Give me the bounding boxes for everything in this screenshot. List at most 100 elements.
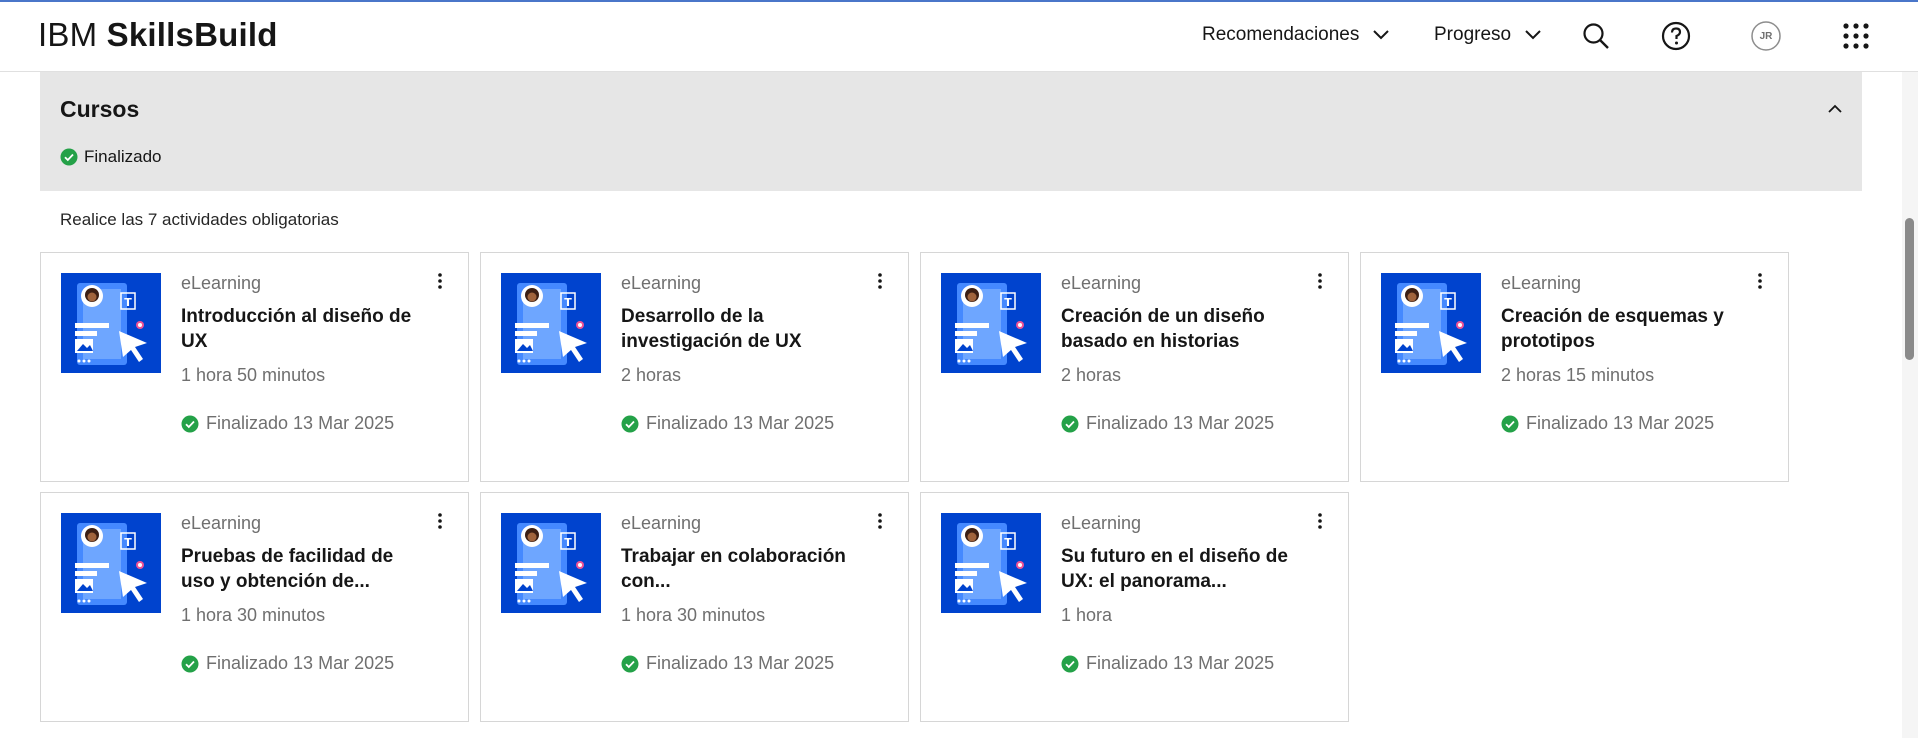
checkmark-filled-icon [621, 415, 639, 432]
search-button[interactable] [1578, 18, 1614, 54]
course-status-label: Finalizado 13 Mar 2025 [1086, 413, 1275, 433]
course-status-label: Finalizado 13 Mar 2025 [646, 413, 835, 433]
checkmark-filled-icon [181, 415, 199, 432]
course-duration: 2 horas [1061, 365, 1122, 385]
course-thumbnail: T [61, 273, 161, 373]
course-type: eLearning [1061, 273, 1142, 293]
course-status-label: Finalizado 13 Mar 2025 [1526, 413, 1715, 433]
course-card[interactable]: T eLearning Pruebas de facilidad de uso … [40, 492, 469, 722]
checkmark-filled-icon [60, 148, 78, 166]
brand-logo[interactable]: IBM SkillsBuild [38, 16, 278, 54]
overflow-menu-button[interactable] [1750, 269, 1770, 293]
overflow-menu-button[interactable] [870, 269, 890, 293]
course-status-label: Finalizado 13 Mar 2025 [1086, 653, 1275, 673]
course-card[interactable]: T eLearning Trabajar en colaboración con… [480, 492, 909, 722]
help-button[interactable] [1658, 18, 1694, 54]
nav-recomendaciones-label: Recomendaciones [1202, 24, 1360, 45]
checkmark-filled-icon [621, 655, 639, 672]
avatar[interactable]: JR [1748, 18, 1784, 54]
course-thumbnail: T [1381, 273, 1481, 373]
svg-text:T: T [124, 296, 132, 309]
course-status: Finalizado 13 Mar 2025 [1061, 653, 1274, 674]
course-card[interactable]: T eLearning Creación de un diseño basado… [920, 252, 1349, 482]
svg-text:T: T [1444, 296, 1452, 309]
course-status-label: Finalizado 13 Mar 2025 [206, 413, 395, 433]
course-type: eLearning [181, 273, 262, 293]
course-duration: 2 horas [621, 365, 682, 385]
overflow-menu-vertical-icon [1318, 513, 1322, 529]
checkmark-filled-icon [1061, 655, 1079, 672]
course-card[interactable]: T eLearning Desarrollo de la investigaci… [480, 252, 909, 482]
chevron-down-icon [1525, 30, 1541, 40]
course-title[interactable]: Trabajar en colaboración con... [621, 544, 856, 594]
course-type: eLearning [1061, 513, 1142, 533]
course-title[interactable]: Desarrollo de la investigación de UX [621, 304, 856, 354]
svg-text:T: T [564, 536, 572, 549]
course-duration: 1 hora 50 minutos [181, 365, 326, 385]
overflow-menu-button[interactable] [1310, 269, 1330, 293]
course-thumbnail: T [941, 513, 1041, 613]
section-status-label: Finalizado [84, 147, 162, 166]
section-title: Cursos [60, 96, 140, 122]
help-icon [1661, 21, 1691, 51]
search-icon [1583, 23, 1609, 49]
svg-text:T: T [1004, 296, 1012, 309]
course-card[interactable]: T eLearning Introducción al diseño de UX… [40, 252, 469, 482]
course-card[interactable]: T eLearning Creación de esquemas y proto… [1360, 252, 1789, 482]
overflow-menu-vertical-icon [438, 273, 442, 289]
course-title[interactable]: Creación de esquemas y prototipos [1501, 304, 1736, 354]
courses-accordion[interactable]: Cursos Finalizado [40, 72, 1862, 191]
nav-progreso[interactable]: Progreso [1434, 24, 1541, 46]
section-status: Finalizado [60, 147, 162, 167]
overflow-menu-button[interactable] [430, 509, 450, 533]
overflow-menu-vertical-icon [1758, 273, 1762, 289]
brand-skillsbuild: SkillsBuild [106, 16, 278, 53]
course-status: Finalizado 13 Mar 2025 [621, 653, 834, 674]
course-status-label: Finalizado 13 Mar 2025 [206, 653, 395, 673]
course-title[interactable]: Pruebas de facilidad de uso y obtención … [181, 544, 416, 594]
checkmark-filled-icon [181, 655, 199, 672]
course-thumbnail: T [61, 513, 161, 613]
course-type: eLearning [181, 513, 262, 533]
app-switcher-icon [1843, 23, 1869, 49]
scrollbar-track[interactable] [1902, 72, 1918, 738]
svg-text:T: T [564, 296, 572, 309]
collapse-button[interactable] [1828, 100, 1842, 118]
course-title[interactable]: Creación de un diseño basado en historia… [1061, 304, 1296, 354]
course-type: eLearning [621, 273, 702, 293]
course-thumbnail: T [501, 513, 601, 613]
svg-text:T: T [124, 536, 132, 549]
overflow-menu-vertical-icon [438, 513, 442, 529]
course-thumbnail: T [941, 273, 1041, 373]
overflow-menu-vertical-icon [878, 273, 882, 289]
overflow-menu-vertical-icon [1318, 273, 1322, 289]
scrollbar-thumb[interactable] [1905, 218, 1914, 360]
brand-ibm: IBM [38, 16, 98, 53]
nav-progreso-label: Progreso [1434, 24, 1512, 45]
course-status: Finalizado 13 Mar 2025 [181, 653, 394, 674]
course-duration: 2 horas 15 minutos [1501, 365, 1655, 385]
course-status: Finalizado 13 Mar 2025 [621, 413, 834, 434]
course-title[interactable]: Su futuro en el diseño de UX: el panoram… [1061, 544, 1296, 594]
top-header: IBM SkillsBuild Recomendaciones Progreso… [0, 2, 1918, 72]
checkmark-filled-icon [1061, 415, 1079, 432]
course-type: eLearning [621, 513, 702, 533]
course-status: Finalizado 13 Mar 2025 [1501, 413, 1714, 434]
course-duration: 1 hora 30 minutos [621, 605, 766, 625]
nav-recomendaciones[interactable]: Recomendaciones [1202, 24, 1390, 46]
course-status: Finalizado 13 Mar 2025 [1061, 413, 1274, 434]
overflow-menu-button[interactable] [1310, 509, 1330, 533]
course-duration: 1 hora [1061, 605, 1113, 625]
course-title[interactable]: Introducción al diseño de UX [181, 304, 416, 354]
svg-text:T: T [1004, 536, 1012, 549]
course-type: eLearning [1501, 273, 1582, 293]
course-card[interactable]: T eLearning Su futuro en el diseño de UX… [920, 492, 1349, 722]
overflow-menu-vertical-icon [878, 513, 882, 529]
chevron-up-icon [1828, 104, 1842, 113]
avatar-initials: JR [1759, 30, 1773, 42]
overflow-menu-button[interactable] [870, 509, 890, 533]
app-switcher-button[interactable] [1838, 18, 1874, 54]
course-status: Finalizado 13 Mar 2025 [181, 413, 394, 434]
overflow-menu-button[interactable] [430, 269, 450, 293]
checkmark-filled-icon [1501, 415, 1519, 432]
